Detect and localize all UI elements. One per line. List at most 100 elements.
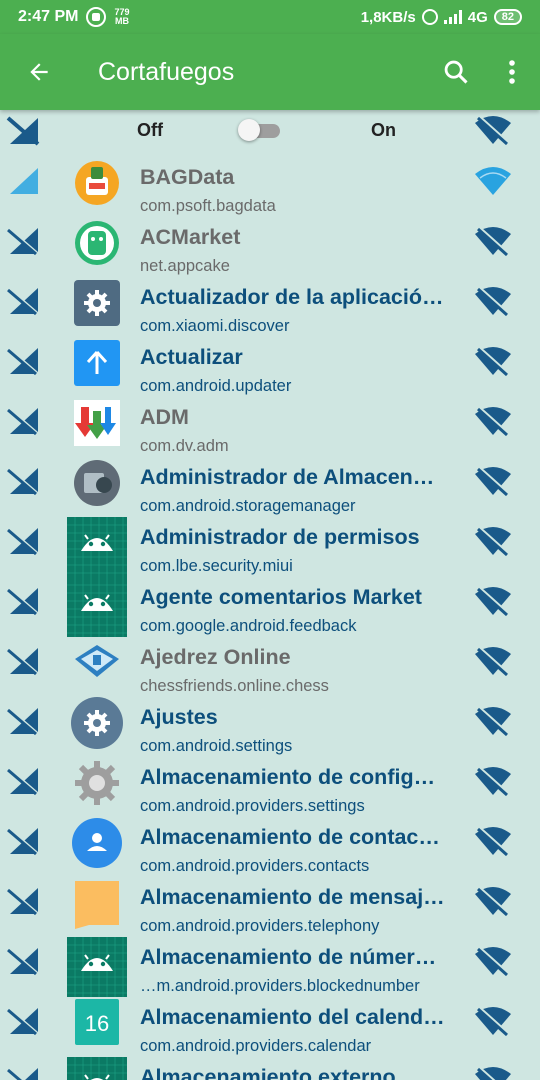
svg-text:16: 16 [85, 1011, 109, 1036]
search-icon [444, 60, 468, 84]
wifi-blocked-icon[interactable] [474, 706, 512, 737]
status-time: 2:47 PM [18, 8, 79, 25]
arrow-back-icon [30, 63, 48, 81]
wifi-blocked-icon[interactable] [474, 286, 512, 317]
network-type: 4G [467, 8, 488, 26]
storage-icon [67, 457, 127, 517]
status-bar: 2:47 PM 779 MB 1,8KB/s 4G 82 [0, 0, 540, 34]
app-name: Agente comentarios Market [140, 585, 422, 609]
wifi-blocked-icon[interactable] [474, 406, 512, 437]
app-row[interactable]: Almacenamiento de config… com.android.pro… [0, 750, 540, 815]
net-speed: 1,8KB/s [360, 8, 416, 26]
cell-blocked-icon[interactable] [6, 586, 40, 618]
toggle-on-label: On [371, 120, 396, 140]
alarm-icon [421, 9, 438, 25]
app-row[interactable]: Actualizar com.android.updater [0, 330, 540, 395]
cell-blocked-icon[interactable] [6, 706, 40, 738]
toggle-off-label: Off [137, 120, 163, 140]
app-bar: Cortafuegos [0, 34, 540, 110]
app-row[interactable]: 16 Almacenamiento del calend… com.android.… [0, 990, 540, 1055]
app-name: BAGData [140, 165, 235, 189]
app-name: ACMarket [140, 225, 241, 249]
app-list: BAGData com.psoft.bagdata ACMarket net.appc… [0, 150, 540, 1080]
wifi-blocked-icon[interactable] [474, 886, 512, 917]
app-row[interactable]: Actualizador de la aplicació… com.xiaomi.… [0, 270, 540, 335]
wifi-blocked-icon[interactable] [474, 826, 512, 857]
adm-icon [67, 397, 127, 457]
cell-blocked-icon[interactable] [6, 526, 40, 558]
bagdata-icon [67, 157, 127, 217]
cell-blocked-icon[interactable] [6, 226, 40, 258]
wifi-blocked-icon[interactable] [474, 226, 512, 257]
cell-blocked-icon[interactable] [6, 646, 40, 678]
app-row[interactable]: ACMarket net.appcake [0, 210, 540, 275]
cell-blocked-icon[interactable] [6, 406, 40, 438]
app-name: Almacenamiento de config… [140, 765, 436, 789]
cell-blocked-icon[interactable] [6, 766, 40, 798]
arrow-up-square-icon [67, 337, 127, 397]
wifi-blocked-icon[interactable] [474, 466, 512, 497]
app-row[interactable]: BAGData com.psoft.bagdata [0, 150, 540, 215]
app-name: Almacenamiento de númer… [140, 945, 437, 969]
contacts-icon [67, 817, 127, 877]
app-row[interactable]: Almacenamiento externo [0, 1050, 540, 1080]
cell-blocked-icon[interactable] [6, 826, 40, 858]
firewall-toggle[interactable] [238, 119, 282, 141]
app-row[interactable]: Agente comentarios Market com.google.andr… [0, 570, 540, 637]
app-name: Almacenamiento de contac… [140, 825, 440, 849]
wifi-blocked-icon[interactable] [474, 346, 512, 377]
cell-allowed-icon[interactable] [6, 166, 40, 198]
cell-blocked-icon[interactable] [6, 116, 40, 146]
wifi-blocked-icon[interactable] [474, 115, 512, 145]
app-name: Actualizador de la aplicació… [140, 285, 444, 309]
gear-square-icon [67, 277, 127, 337]
cell-blocked-icon[interactable] [6, 886, 40, 918]
cell-blocked-icon[interactable] [6, 1006, 40, 1038]
master-toggle-row: Off On [0, 110, 540, 150]
app-name: Administrador de permisos [140, 525, 420, 549]
more-vert-icon [509, 60, 515, 84]
gear-grey-icon [67, 757, 127, 817]
message-icon [67, 877, 127, 937]
wifi-blocked-icon[interactable] [474, 1066, 512, 1080]
wifi-blocked-icon[interactable] [474, 766, 512, 797]
signal-icon [443, 10, 462, 24]
calendar-icon: 16 [67, 997, 127, 1057]
app-row[interactable]: Ajedrez Online chessfriends.online.chess [0, 630, 540, 695]
cell-blocked-icon[interactable] [6, 946, 40, 978]
back-button[interactable] [0, 34, 78, 110]
page-title: Cortafuegos [98, 57, 235, 86]
app-row[interactable]: Almacenamiento de contac… com.android.pro… [0, 810, 540, 875]
android-icon [67, 937, 127, 997]
cell-blocked-icon[interactable] [6, 286, 40, 318]
data-usage: 779 MB [114, 8, 129, 26]
app-row[interactable]: Almacenamiento de númer… …m.android.provi… [0, 930, 540, 997]
app-row[interactable]: Administrador de Almacen… com.android.sto… [0, 450, 540, 515]
app-name: Almacenamiento externo [140, 1065, 396, 1080]
android-icon [67, 577, 127, 637]
app-row[interactable]: Administrador de permisos com.lbe.securit… [0, 510, 540, 577]
wifi-blocked-icon[interactable] [474, 586, 512, 617]
data-usage-unit: MB [114, 16, 129, 26]
app-name: ADM [140, 405, 189, 429]
wifi-blocked-icon[interactable] [474, 1006, 512, 1037]
cell-blocked-icon[interactable] [6, 1066, 40, 1080]
cell-blocked-icon[interactable] [6, 346, 40, 378]
data-saver-icon [86, 7, 107, 27]
wifi-blocked-icon[interactable] [474, 646, 512, 677]
app-row[interactable]: Almacenamiento de mensaj… com.android.pro… [0, 870, 540, 935]
wifi-blocked-icon[interactable] [474, 946, 512, 977]
app-name: Ajustes [140, 705, 218, 729]
app-name: Almacenamiento de mensaj… [140, 885, 445, 909]
cell-blocked-icon[interactable] [6, 466, 40, 498]
wifi-blocked-icon[interactable] [474, 526, 512, 557]
search-button[interactable] [428, 34, 484, 110]
app-row[interactable]: Ajustes com.android.settings [0, 690, 540, 755]
wifi-allowed-icon[interactable] [474, 166, 512, 196]
acmarket-icon [67, 217, 127, 277]
gear-circle-icon [67, 697, 127, 757]
app-name: Ajedrez Online [140, 645, 291, 669]
app-row[interactable]: ADM com.dv.adm [0, 390, 540, 455]
more-options-button[interactable] [484, 34, 540, 110]
chess-icon [67, 637, 127, 697]
